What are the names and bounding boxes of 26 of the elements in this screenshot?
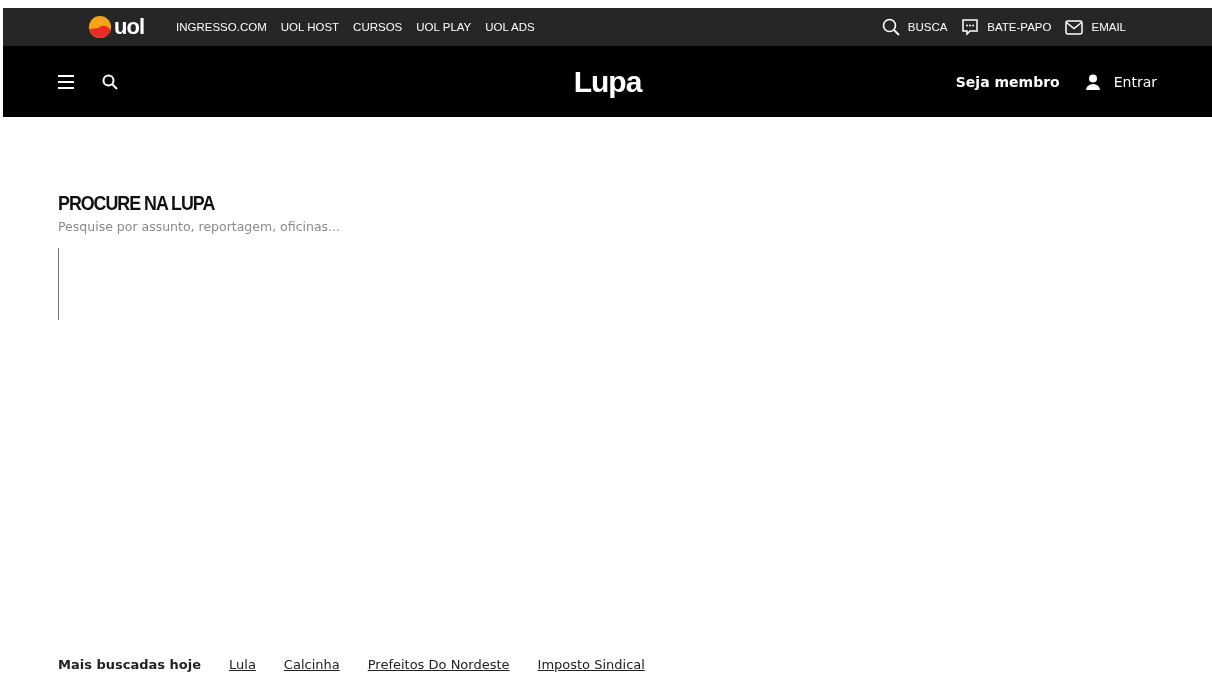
logo-icon[interactable] xyxy=(88,15,112,39)
nav-link[interactable]: UOL HOST xyxy=(280,21,340,33)
logo-text[interactable]: uol xyxy=(114,14,144,40)
mail-link[interactable]: EMAIL xyxy=(1065,18,1126,36)
trending-link[interactable]: Imposto Sindical xyxy=(537,657,645,672)
member-link[interactable]: Seja membro xyxy=(955,73,1060,90)
search-link[interactable]: BUSCA xyxy=(881,18,948,36)
section-heading: PROCURE NA LUPA xyxy=(58,191,215,215)
nav-link[interactable]: UOL ADS xyxy=(485,21,535,33)
person-icon xyxy=(1085,73,1100,90)
search-icon xyxy=(881,18,900,36)
trending-link[interactable]: Prefeitos Do Nordeste xyxy=(367,657,510,672)
search-hint: Pesquise por assunto, reportagem, oficinas... xyxy=(58,219,341,234)
trending-label: Mais buscadas hoje xyxy=(58,657,201,672)
trending-link[interactable]: Calcinha xyxy=(283,657,340,672)
nav-link[interactable]: INGRESSO.COM xyxy=(176,21,267,33)
login-button[interactable]: Entrar xyxy=(1085,73,1157,90)
nav-link[interactable]: CURSOS xyxy=(353,21,403,33)
trending-link[interactable]: Lula xyxy=(229,657,256,672)
chat-icon xyxy=(961,18,980,36)
chat-link[interactable]: BATE-PAPO xyxy=(961,18,1052,36)
menu-button[interactable] xyxy=(58,74,74,89)
nav-link[interactable]: UOL PLAY xyxy=(416,21,472,33)
search-button[interactable] xyxy=(102,73,118,90)
site-title[interactable]: Lupa xyxy=(573,64,642,98)
mail-icon xyxy=(1065,19,1084,35)
